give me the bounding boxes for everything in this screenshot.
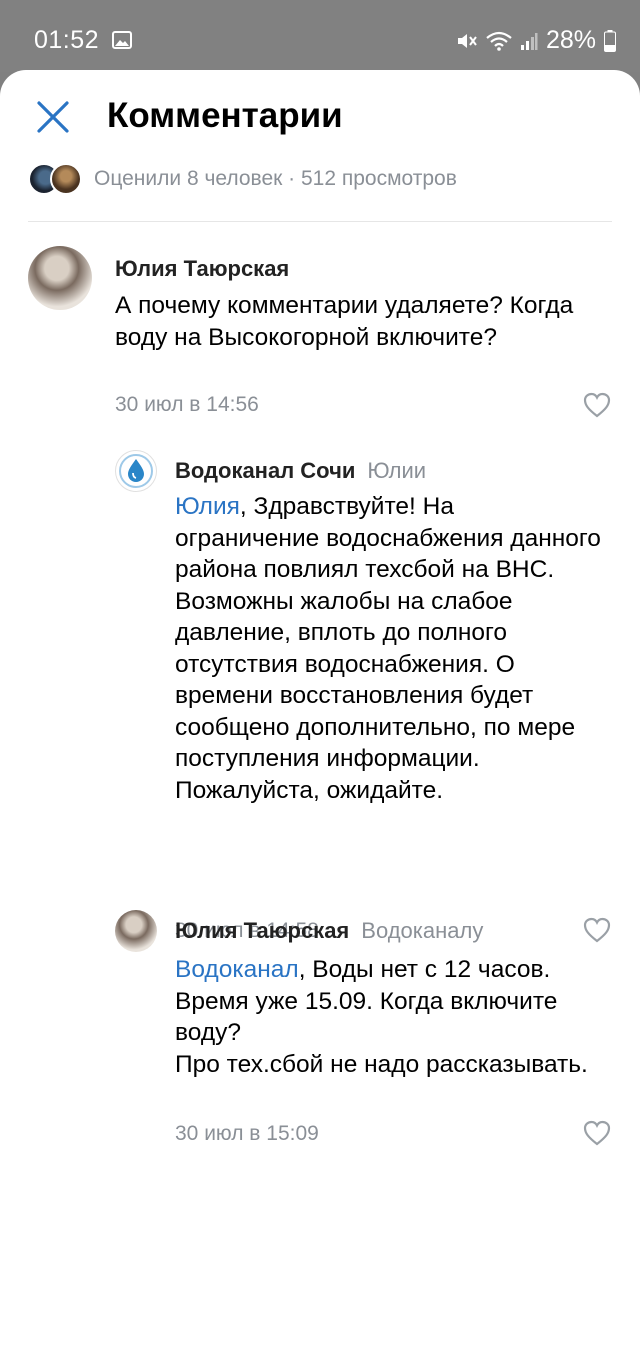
wifi-icon [486, 31, 512, 51]
heart-icon[interactable] [583, 1120, 611, 1146]
comment-reply: Юлия Таюрская Водоканалу Водоканал, Воды … [0, 910, 640, 1170]
signal-icon [520, 32, 538, 50]
comment-text: А почему комментарии удаляете? Когда вод… [115, 292, 574, 351]
battery-percent: 28% [545, 26, 596, 54]
heart-icon[interactable] [583, 392, 611, 418]
comment-author[interactable]: Водоканал Сочи [175, 458, 355, 483]
mute-icon [457, 33, 477, 48]
mention-link[interactable]: Водоканал [175, 956, 299, 983]
battery-icon [604, 29, 616, 52]
page-title: Комментарии [107, 96, 343, 135]
likes-summary[interactable]: Оценили 8 человек · 512 просмотров [28, 163, 457, 195]
avatar[interactable] [115, 910, 157, 952]
avatar[interactable] [115, 450, 157, 492]
comment-author[interactable]: Юлия Таюрская [115, 256, 289, 281]
avatar[interactable] [28, 246, 92, 310]
comment: Юлия Таюрская А почему комментарии удаля… [0, 242, 640, 432]
divider [28, 221, 612, 222]
close-icon[interactable] [30, 94, 76, 140]
comment-author[interactable]: Юлия Таюрская [175, 918, 349, 943]
comment-date: 30 июл в 14:56 [115, 393, 259, 416]
reply-to[interactable]: Юлии [367, 458, 426, 483]
liker-avatar [50, 163, 82, 195]
gallery-icon [112, 31, 132, 49]
likes-text: Оценили 8 человек · 512 просмотров [94, 167, 457, 190]
comment-text: Юлия, Здравствуйте! На ограничение водос… [175, 491, 605, 806]
water-drop-icon [119, 454, 153, 488]
comment-body: , Здравствуйте! На ограничение водоснабж… [175, 493, 601, 804]
header: Комментарии [0, 70, 640, 162]
reply-to[interactable]: Водоканалу [361, 918, 483, 943]
comment-reply: Водоканал Сочи Юлии Юлия, Здравствуйте! Н… [0, 450, 640, 943]
status-time: 01:52 [34, 26, 100, 54]
status-bar: 01:52 28% [0, 0, 640, 72]
comment-text: Водоканал, Воды нет с 12 часов. Время уж… [175, 954, 605, 1080]
comments-sheet: Комментарии Оценили 8 человек · 512 прос… [0, 70, 640, 1350]
comment-date: 30 июл в 15:09 [175, 1122, 319, 1145]
mention-link[interactable]: Юлия [175, 493, 240, 520]
